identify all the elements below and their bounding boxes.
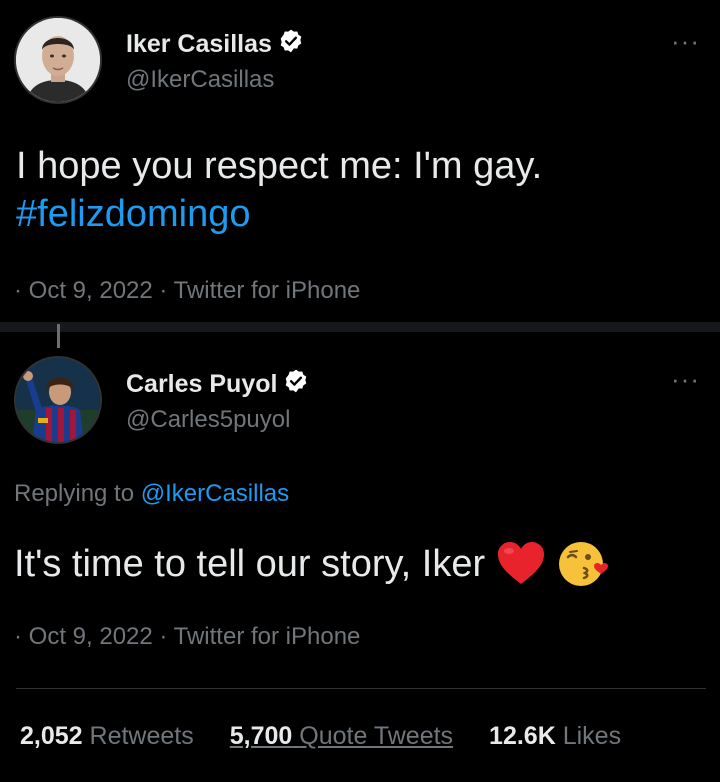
red-heart-emoji-icon [495,538,547,590]
quotes-count: 5,700 [229,722,293,750]
tweet-text: It's time to tell our story, Iker [14,538,609,590]
avatar-casillas[interactable] [14,16,102,104]
tweet-puyol[interactable]: Carles Puyol @Carles5puyol ··· Replying … [0,332,720,688]
engagement-stats: 2,052 Retweets 5,700 Quote Tweets 12.6K … [20,722,621,751]
verified-badge-icon [278,28,304,61]
author-name[interactable]: Carles Puyol [126,370,277,399]
replying-prefix: Replying to [14,480,141,507]
verified-badge-icon [283,368,309,401]
likes-count: 12.6K [489,722,556,750]
replying-to: Replying to @IkerCasillas [14,480,289,508]
retweets-stat[interactable]: 2,052 Retweets [20,722,194,751]
avatar-puyol[interactable] [14,356,102,444]
tweet-text: I hope you respect me: I'm gay. #felizdo… [16,142,706,238]
stats-divider [16,688,706,689]
tweet-text-line: I hope you respect me: I'm gay. [16,145,543,187]
quote-tweets-stat[interactable]: 5,700 Quote Tweets [230,722,453,751]
author-handle[interactable]: @IkerCasillas [126,66,274,94]
more-options-icon[interactable]: ··· [671,366,700,392]
author-name[interactable]: Iker Casillas [126,30,272,59]
hashtag-link[interactable]: #felizdomingo [16,190,706,238]
quotes-label: Quote Tweets [299,722,454,750]
retweets-count: 2,052 [20,722,83,750]
tweet-casillas[interactable]: Iker Casillas @IkerCasillas ··· I hope y… [0,0,720,322]
author-handle[interactable]: @Carles5puyol [126,406,290,434]
likes-stat[interactable]: 12.6K Likes [489,722,621,751]
face-blowing-kiss-emoji-icon [557,538,609,590]
mention-link[interactable]: @IkerCasillas [141,480,289,507]
tweet-meta[interactable]: · Oct 9, 2022 · Twitter for iPhone [14,623,360,651]
tweet-text-line: It's time to tell our story, Iker [14,542,486,585]
thread-divider [0,322,720,332]
author-name-row[interactable]: Iker Casillas [126,28,304,61]
tweet-meta[interactable]: · Oct 9, 2022 · Twitter for iPhone [14,277,360,305]
likes-label: Likes [562,722,622,750]
retweets-label: Retweets [89,722,194,750]
author-name-row[interactable]: Carles Puyol [126,368,309,401]
more-options-icon[interactable]: ··· [671,28,700,54]
